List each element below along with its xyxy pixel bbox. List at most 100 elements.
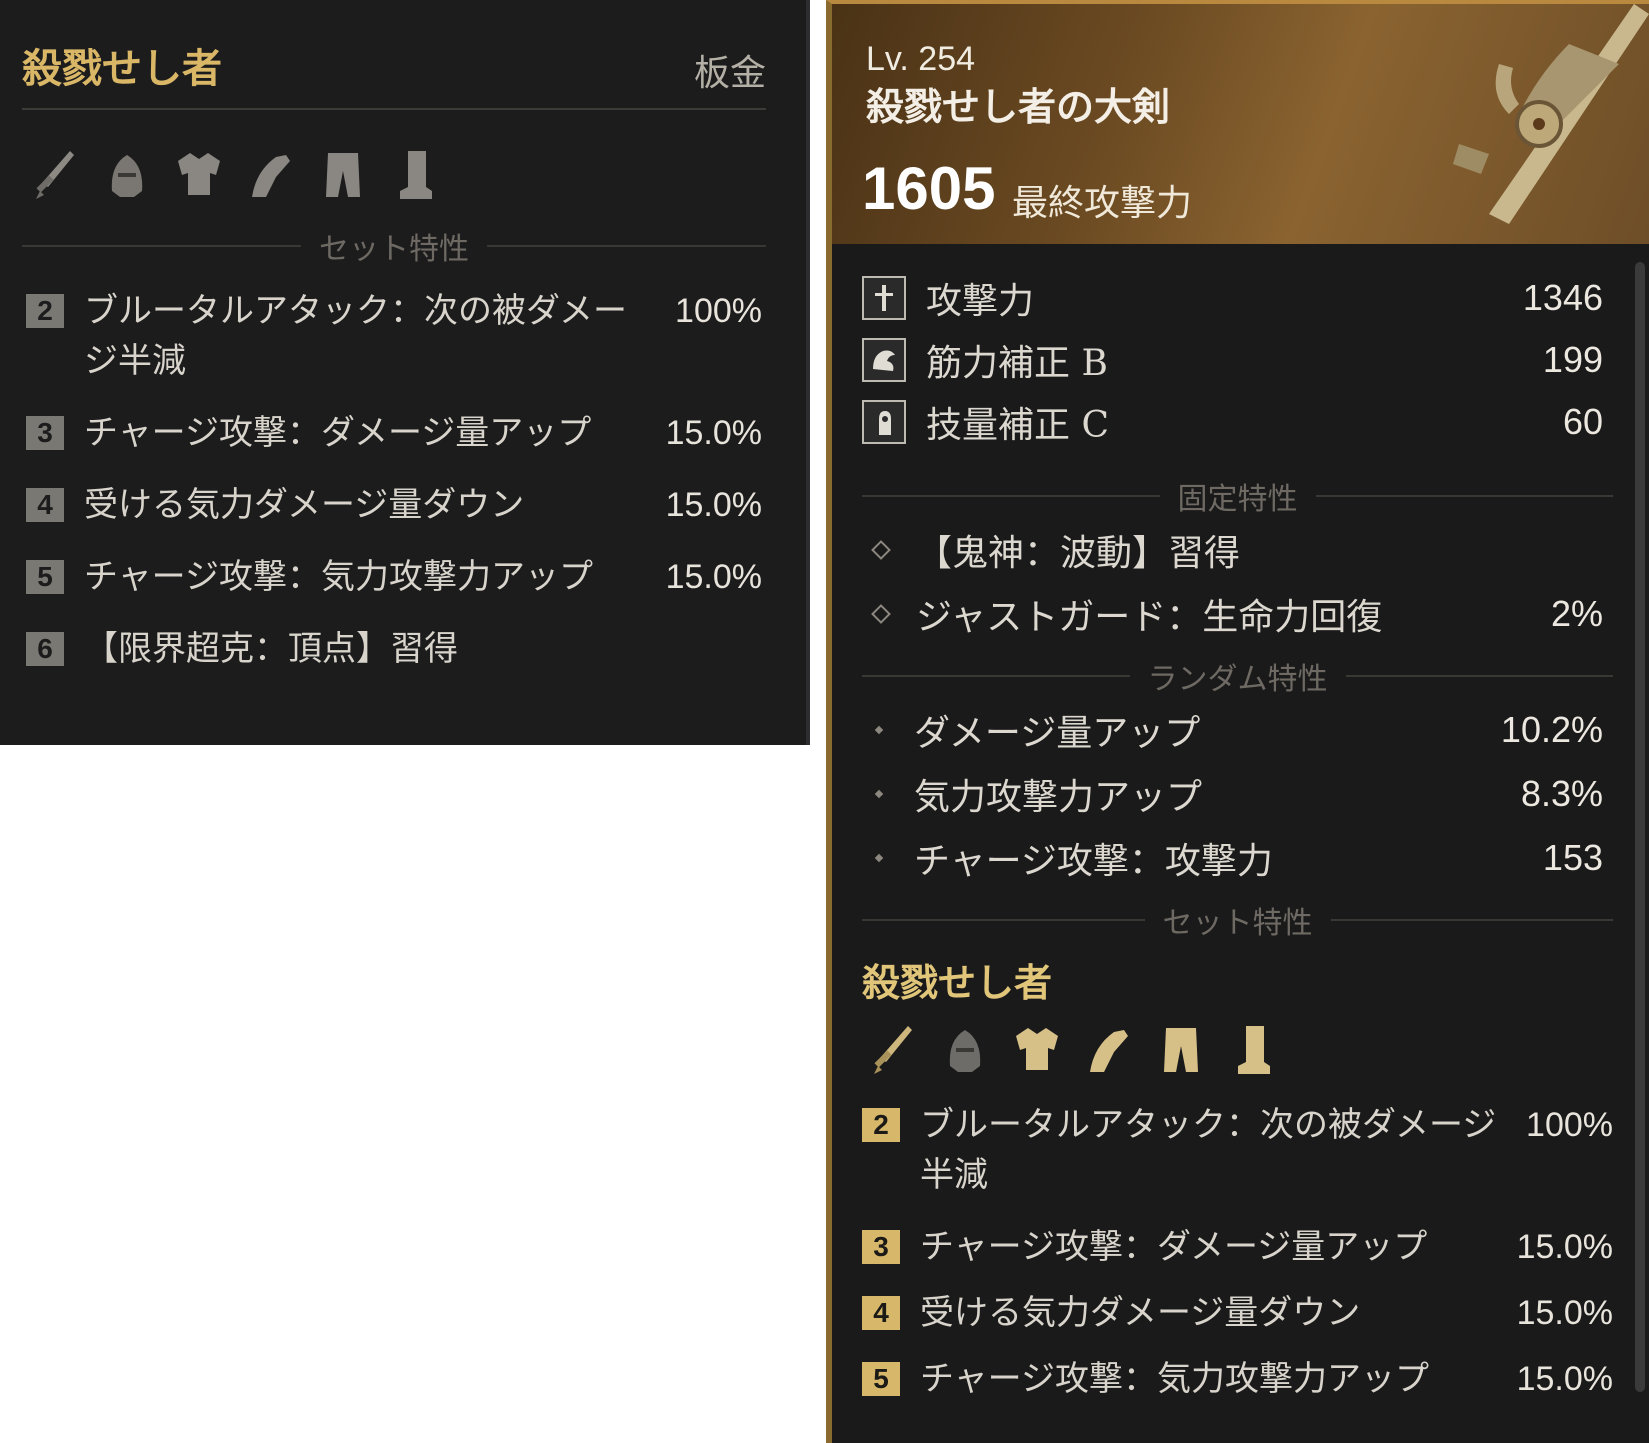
set-bonus-text: 受ける気力ダメージ量ダウン bbox=[920, 1293, 1361, 1333]
set-bonus-text: チャージ攻撃：ダメージ量アップ bbox=[920, 1227, 1428, 1267]
sword-stat-icon bbox=[862, 276, 906, 320]
helmet-icon[interactable] bbox=[940, 1020, 990, 1080]
set-bonus-value: 15.0% bbox=[1516, 1228, 1613, 1266]
set-piece-count-badge: 5 bbox=[26, 560, 64, 594]
gauntlet-icon[interactable] bbox=[246, 145, 296, 205]
trait-text: チャージ攻撃：攻撃力 bbox=[914, 841, 1273, 882]
set-bonus-text: チャージ攻撃：ダメージ量アップ bbox=[84, 413, 592, 453]
set-bonus-value: 15.0% bbox=[665, 414, 762, 452]
set-bonus-text: チャージ攻撃：気力攻撃力アップ bbox=[920, 1359, 1429, 1399]
dexterity-stat-icon bbox=[862, 400, 906, 444]
trait-text: ジャストガード：生命力回復 bbox=[916, 597, 1383, 638]
chest-armor-icon[interactable] bbox=[1012, 1020, 1062, 1080]
boots-icon[interactable] bbox=[390, 145, 440, 205]
item-level: Lv. 254 bbox=[866, 40, 976, 78]
helmet-icon[interactable] bbox=[102, 145, 152, 205]
stat-value: 1346 bbox=[1522, 277, 1603, 318]
set-bonus-item: 5 チャージ攻撃：気力攻撃力アップ 15.0% bbox=[26, 552, 762, 602]
random-trait-row: 気力攻撃力アップ 8.3% bbox=[862, 764, 1603, 824]
fixed-trait-row: ジャストガード：生命力回復 2% bbox=[862, 584, 1603, 644]
final-attack-label: 最終攻撃力 bbox=[1012, 183, 1193, 224]
set-bonus-item: 6 【限界超克：頂点】習得 bbox=[26, 624, 762, 674]
set-bonus-item: 3 チャージ攻撃：ダメージ量アップ 15.0% bbox=[862, 1222, 1613, 1272]
fixed-trait-row: 【鬼神：波動】習得 bbox=[862, 520, 1603, 580]
set-bonus-item: 4 受ける気力ダメージ量ダウン 15.0% bbox=[26, 480, 762, 530]
stat-row-dexterity: 技量補正 C 60 bbox=[862, 392, 1603, 452]
random-traits-divider: ランダム特性 bbox=[862, 654, 1613, 698]
diamond-bullet-icon bbox=[871, 604, 891, 624]
final-attack-value: 1605 bbox=[862, 155, 996, 222]
set-piece-count-badge: 4 bbox=[862, 1296, 900, 1330]
set-bonus-text: ブルータルアタック：次の被ダメージ半減 bbox=[84, 291, 627, 381]
diamond-bullet-icon bbox=[874, 853, 884, 863]
trait-text: ダメージ量アップ bbox=[914, 713, 1201, 754]
greatsword-icon bbox=[1453, 4, 1649, 224]
boots-icon[interactable] bbox=[1228, 1020, 1278, 1080]
trait-value: 8.3% bbox=[1520, 773, 1603, 814]
set-piece-count-badge: 3 bbox=[862, 1230, 900, 1264]
set-name: 殺戮せし者 bbox=[22, 45, 222, 92]
stat-label: 技量補正 C bbox=[926, 405, 1109, 446]
weapon-detail-panel: Lv. 254 殺戮せし者の大剣 1605 最終攻撃力 攻撃力 1346 筋力補… bbox=[826, 0, 1649, 1443]
set-bonus-item: 4 受ける気力ダメージ量ダウン 15.0% bbox=[862, 1288, 1613, 1338]
set-bonus-list: 2 ブルータルアタック：次の被ダメージ半減 100% 3 チャージ攻撃：ダメージ… bbox=[862, 1100, 1613, 1420]
random-trait-row: ダメージ量アップ 10.2% bbox=[862, 700, 1603, 760]
set-piece-count-badge: 5 bbox=[862, 1362, 900, 1396]
sword-icon[interactable] bbox=[30, 145, 80, 205]
set-piece-count-badge: 4 bbox=[26, 488, 64, 522]
set-equipment-icons bbox=[30, 145, 440, 205]
random-traits-label: ランダム特性 bbox=[1147, 662, 1328, 697]
sword-icon[interactable] bbox=[868, 1020, 918, 1080]
set-bonus-text: ブルータルアタック：次の被ダメージ半減 bbox=[920, 1105, 1497, 1195]
random-trait-row: チャージ攻撃：攻撃力 153 bbox=[862, 828, 1603, 888]
leg-armor-icon[interactable] bbox=[1156, 1020, 1206, 1080]
set-bonus-value: 15.0% bbox=[665, 486, 762, 524]
diamond-bullet-icon bbox=[874, 789, 884, 799]
set-bonus-value: 15.0% bbox=[1516, 1294, 1613, 1332]
set-traits-label: セット特性 bbox=[319, 232, 469, 267]
set-name: 殺戮せし者 bbox=[862, 960, 1053, 1005]
set-traits-label: セット特性 bbox=[1162, 906, 1313, 941]
armor-category: 板金 bbox=[693, 53, 766, 94]
trait-value: 10.2% bbox=[1500, 709, 1603, 750]
set-bonus-value: 15.0% bbox=[665, 558, 762, 596]
stat-label: 筋力補正 B bbox=[926, 343, 1108, 384]
fixed-traits-label: 固定特性 bbox=[1177, 482, 1298, 517]
set-bonus-text: 【限界超克：頂点】習得 bbox=[84, 629, 458, 669]
set-piece-count-badge: 2 bbox=[862, 1108, 900, 1142]
set-piece-count-badge: 2 bbox=[26, 294, 64, 328]
stat-row-attack: 攻撃力 1346 bbox=[862, 268, 1603, 328]
set-bonus-item: 5 チャージ攻撃：気力攻撃力アップ 15.0% bbox=[862, 1354, 1613, 1404]
set-bonus-list: 2 ブルータルアタック：次の被ダメージ半減 100% 3 チャージ攻撃：ダメージ… bbox=[26, 286, 762, 696]
trait-value: 153 bbox=[1542, 837, 1603, 878]
gauntlet-icon[interactable] bbox=[1084, 1020, 1134, 1080]
scrollbar[interactable] bbox=[1635, 262, 1645, 1392]
set-bonus-item: 2 ブルータルアタック：次の被ダメージ半減 100% bbox=[862, 1100, 1613, 1200]
stat-value: 199 bbox=[1542, 339, 1603, 380]
set-info-panel: 殺戮せし者 板金 セット特性 2 ブルータルアタック：次の被ダメージ半減 100… bbox=[0, 0, 810, 745]
stat-label: 攻撃力 bbox=[926, 281, 1035, 322]
strength-stat-icon bbox=[862, 338, 906, 382]
set-bonus-value: 100% bbox=[675, 292, 762, 330]
set-bonus-text: チャージ攻撃：気力攻撃力アップ bbox=[84, 557, 593, 597]
set-piece-count-badge: 6 bbox=[26, 632, 64, 666]
leg-armor-icon[interactable] bbox=[318, 145, 368, 205]
set-bonus-value: 100% bbox=[1526, 1106, 1613, 1144]
stat-value: 60 bbox=[1562, 401, 1603, 442]
set-traits-divider: セット特性 bbox=[22, 224, 766, 268]
set-equipment-icons bbox=[868, 1020, 1278, 1080]
trait-text: 気力攻撃力アップ bbox=[914, 777, 1203, 818]
stat-row-strength: 筋力補正 B 199 bbox=[862, 330, 1603, 390]
set-bonus-value: 15.0% bbox=[1516, 1360, 1613, 1398]
item-name: 殺戮せし者の大剣 bbox=[866, 84, 1171, 129]
set-bonus-text: 受ける気力ダメージ量ダウン bbox=[84, 485, 525, 525]
set-bonus-item: 3 チャージ攻撃：ダメージ量アップ 15.0% bbox=[26, 408, 762, 458]
set-piece-count-badge: 3 bbox=[26, 416, 64, 450]
trait-text: 【鬼神：波動】習得 bbox=[916, 533, 1241, 574]
diamond-bullet-icon bbox=[871, 540, 891, 560]
set-traits-divider: セット特性 bbox=[862, 898, 1613, 942]
trait-value: 2% bbox=[1550, 593, 1603, 634]
diamond-bullet-icon bbox=[874, 725, 884, 735]
set-bonus-item: 2 ブルータルアタック：次の被ダメージ半減 100% bbox=[26, 286, 762, 386]
chest-armor-icon[interactable] bbox=[174, 145, 224, 205]
